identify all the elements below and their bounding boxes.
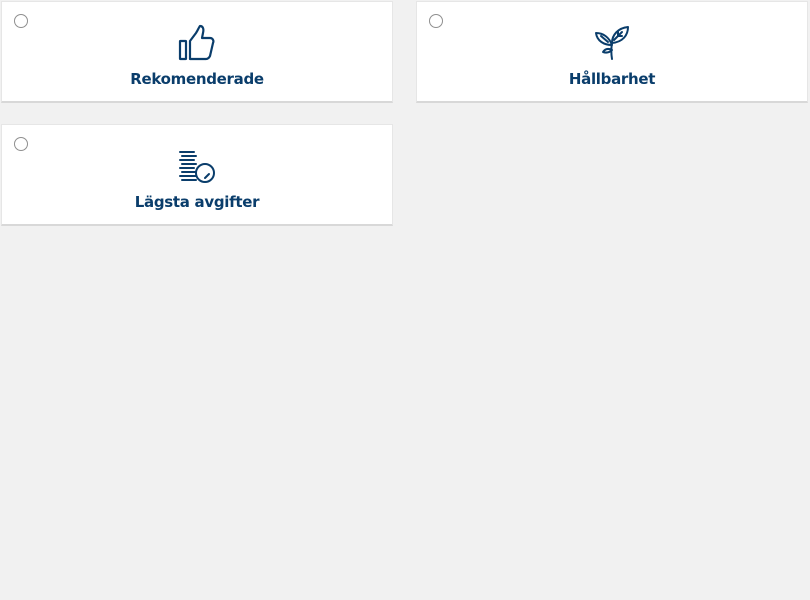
option-card-hallbarhet[interactable]: Hållbarhet (416, 1, 808, 103)
option-grid: Rekomenderade Hållbarhet Lägsta avgifter (0, 0, 810, 600)
radio-lagsta-avgifter[interactable] (14, 137, 28, 151)
thumbs-up-icon (177, 23, 217, 63)
radio-hallbarhet[interactable] (429, 14, 443, 28)
option-label: Hållbarhet (568, 70, 656, 88)
radio-rekomenderade[interactable] (14, 14, 28, 28)
option-label: Rekomenderade (130, 70, 264, 88)
coins-icon (177, 146, 217, 186)
leaf-icon (592, 23, 632, 63)
option-label: Lägsta avgifter (134, 193, 260, 211)
option-card-lagsta-avgifter[interactable]: Lägsta avgifter (1, 124, 393, 226)
option-card-rekomenderade[interactable]: Rekomenderade (1, 1, 393, 103)
